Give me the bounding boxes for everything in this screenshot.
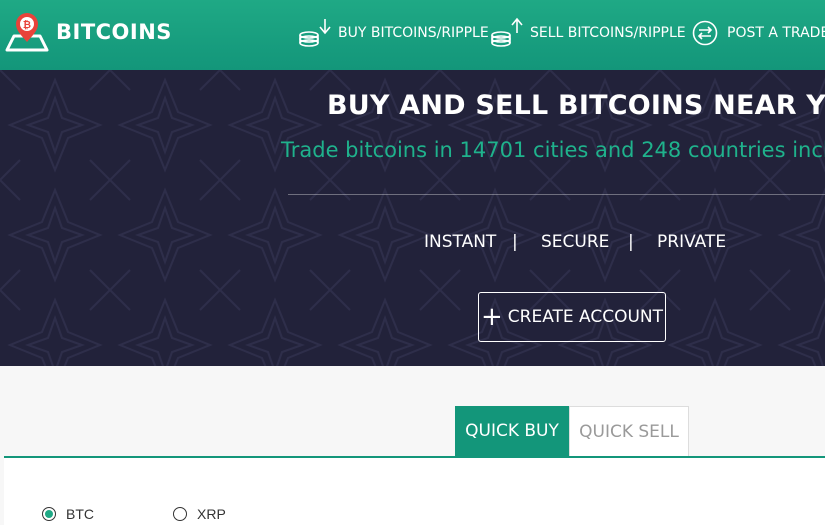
hero-divider [288, 194, 825, 195]
hero-subtitle: Trade bitcoins in 14701 cities and 248 c… [281, 138, 825, 162]
svg-text:₿: ₿ [23, 19, 31, 31]
brand-name: BITCOINS [56, 20, 172, 44]
bitcoin-location-pin-icon: ₿ [4, 12, 50, 52]
tab-quick-buy[interactable]: QUICK BUY [455, 406, 569, 456]
feature-instant: INSTANT [424, 232, 497, 252]
coins-down-icon [298, 16, 332, 50]
currency-btc-label: BTC [66, 506, 94, 522]
nav-sell-label: SELL BITCOINS/RIPPLE [530, 25, 686, 41]
create-account-button[interactable]: + CREATE ACCOUNT [478, 292, 666, 342]
currency-xrp-label: XRP [197, 506, 226, 522]
hero-title: BUY AND SELL BITCOINS NEAR YOU [327, 90, 825, 121]
create-account-label: CREATE ACCOUNT [507, 307, 664, 327]
brand-logo-link[interactable]: ₿ BITCOINS [4, 12, 172, 52]
quick-buy-panel [4, 456, 825, 527]
tab-quick-sell[interactable]: QUICK SELL [569, 406, 689, 456]
nav-sell-link[interactable]: SELL BITCOINS/RIPPLE [490, 14, 686, 52]
nav-buy-link[interactable]: BUY BITCOINS/RIPPLE [298, 14, 489, 52]
currency-radio-xrp[interactable]: XRP [173, 506, 226, 522]
plus-icon: + [480, 302, 503, 332]
coins-up-icon [490, 16, 524, 50]
feature-private: PRIVATE [657, 232, 727, 252]
radio-selected-icon[interactable] [42, 507, 56, 521]
currency-radio-btc[interactable]: BTC [42, 506, 94, 522]
tab-quick-buy-label: QUICK BUY [465, 421, 559, 441]
nav-post-trade-link[interactable]: POST A TRADE [692, 14, 825, 52]
feature-secure: SECURE [541, 232, 610, 252]
exchange-icon [692, 20, 718, 46]
radio-unselected-icon[interactable] [173, 507, 187, 521]
nav-buy-label: BUY BITCOINS/RIPPLE [338, 25, 489, 41]
hero-section: BUY AND SELL BITCOINS NEAR YOU Trade bit… [0, 70, 825, 366]
trade-tabs: QUICK BUY QUICK SELL [455, 406, 689, 456]
top-navbar: ₿ BITCOINS BUY BITCOINS/RIPPLE SELL BITC… [0, 0, 825, 70]
nav-post-trade-label: POST A TRADE [727, 25, 825, 41]
feature-separator: | [512, 232, 518, 252]
feature-list: INSTANT | SECURE | PRIVATE [0, 232, 825, 256]
feature-separator: | [628, 232, 634, 252]
tab-quick-sell-label: QUICK SELL [579, 421, 679, 442]
